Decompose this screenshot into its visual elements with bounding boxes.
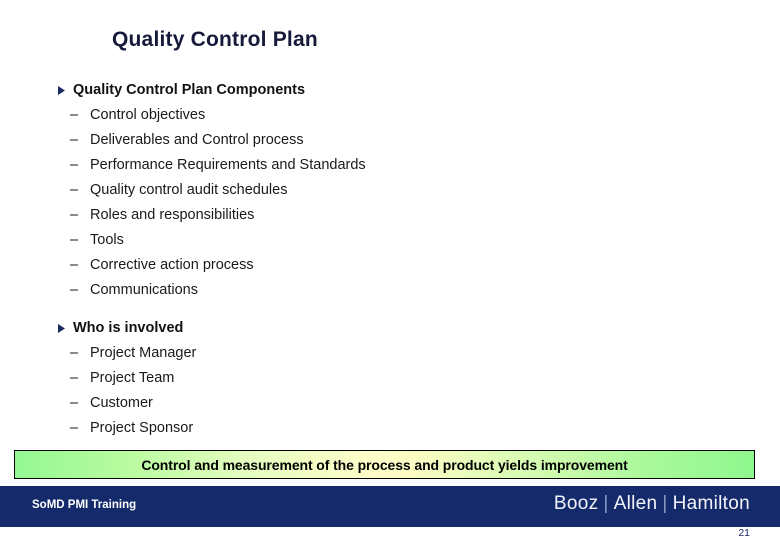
list-item-label: Tools	[90, 232, 124, 248]
list-item-label: Control objectives	[90, 107, 206, 123]
dash-bullet-icon: –	[70, 107, 79, 123]
list-item: – Roles and responsibilities	[0, 203, 780, 228]
triangle-right-icon	[58, 316, 70, 333]
list-item-label: Project Team	[90, 370, 175, 386]
bullet-level1-who-is-involved: Who is involved	[0, 316, 780, 341]
list-item-label: Quality control audit schedules	[90, 182, 288, 198]
slide-canvas: Quality Control Plan Quality Control Pla…	[0, 0, 780, 540]
dash-bullet-icon: –	[70, 232, 79, 248]
dash-bullet-icon: –	[70, 370, 79, 386]
list-item-label: Roles and responsibilities	[90, 207, 255, 223]
bullet-level1-label: Who is involved	[73, 320, 184, 336]
bullet-group-components: Quality Control Plan Components – Contro…	[0, 78, 780, 303]
footer-course-label: SoMD PMI Training	[32, 499, 137, 511]
dash-bullet-icon: –	[70, 395, 79, 411]
dash-bullet-icon: –	[70, 420, 79, 436]
list-item: – Performance Requirements and Standards	[0, 153, 780, 178]
list-item-label: Deliverables and Control process	[90, 132, 304, 148]
brand-word-hamilton: Hamilton	[672, 493, 750, 514]
page-title: Quality Control Plan	[112, 28, 318, 51]
list-item: – Project Manager	[0, 341, 780, 366]
bullet-group-who-is-involved: Who is involved – Project Manager – Proj…	[0, 316, 780, 441]
list-item-label: Communications	[90, 282, 198, 298]
list-item-label: Corrective action process	[90, 257, 254, 273]
list-item: – Project Team	[0, 366, 780, 391]
brand-separator-icon: |	[603, 493, 609, 514]
dash-bullet-icon: –	[70, 207, 79, 223]
triangle-right-icon	[58, 78, 70, 95]
list-item: – Corrective action process	[0, 253, 780, 278]
list-item: – Control objectives	[0, 103, 780, 128]
slide-body: Quality Control Plan Components – Contro…	[0, 78, 780, 441]
list-item-label: Performance Requirements and Standards	[90, 157, 366, 173]
brand-word-allen: Allen	[613, 493, 658, 514]
dash-bullet-icon: –	[70, 157, 79, 173]
dash-bullet-icon: –	[70, 132, 79, 148]
list-item-label: Project Sponsor	[90, 420, 194, 436]
footer-bar: SoMD PMI Training Booz | Allen | Hamilton	[0, 486, 780, 527]
list-item: – Communications	[0, 278, 780, 303]
list-item: – Customer	[0, 391, 780, 416]
brand-separator-icon: |	[662, 493, 668, 514]
list-item: – Project Sponsor	[0, 416, 780, 441]
list-item-label: Customer	[90, 395, 153, 411]
list-item: – Tools	[0, 228, 780, 253]
dash-bullet-icon: –	[70, 257, 79, 273]
bullet-level1-components: Quality Control Plan Components	[0, 78, 780, 103]
list-item: – Quality control audit schedules	[0, 178, 780, 203]
brand-word-booz: Booz	[553, 493, 599, 514]
list-item: – Deliverables and Control process	[0, 128, 780, 153]
dash-bullet-icon: –	[70, 182, 79, 198]
dash-bullet-icon: –	[70, 345, 79, 361]
page-number: 21	[738, 527, 750, 539]
brand-logo: Booz | Allen | Hamilton	[554, 493, 750, 515]
dash-bullet-icon: –	[70, 282, 79, 298]
list-item-label: Project Manager	[90, 345, 197, 361]
callout-text: Control and measurement of the process a…	[141, 456, 628, 473]
bullet-level1-label: Quality Control Plan Components	[73, 82, 306, 98]
callout-banner: Control and measurement of the process a…	[14, 450, 755, 479]
